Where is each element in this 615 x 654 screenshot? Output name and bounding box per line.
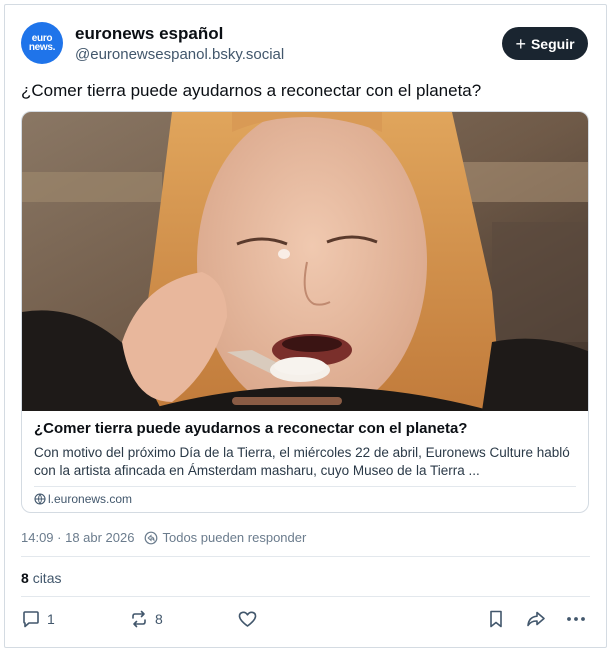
follow-label: Seguir xyxy=(530,35,575,52)
post-header: euro news. euronews español @euronewsesp… xyxy=(21,22,588,66)
follow-button[interactable]: + Seguir xyxy=(502,27,588,60)
link-card-description: Con motivo del próximo Día de la Tierra,… xyxy=(34,445,570,478)
reply-settings-icon xyxy=(144,531,158,545)
post-card: euro news. euronews español @euronewsesp… xyxy=(4,4,607,648)
repost-icon xyxy=(132,610,146,628)
post-timestamp[interactable]: 14:09 · 18 abr 2026 xyxy=(21,530,134,545)
link-card-domain-text: l.euronews.com xyxy=(48,492,133,506)
globe-icon xyxy=(34,493,46,505)
more-options-button[interactable] xyxy=(565,609,587,629)
action-bar: 1 8 xyxy=(21,609,590,635)
more-icon xyxy=(567,617,585,621)
author-display-name[interactable]: euronews español xyxy=(75,24,223,44)
post-text: ¿Comer tierra puede ayudarnos a reconect… xyxy=(21,81,482,100)
author-handle[interactable]: @euronewsespanol.bsky.social xyxy=(75,46,284,63)
quotes-count[interactable]: 8 citas xyxy=(21,570,61,586)
heart-icon xyxy=(238,611,257,627)
like-button[interactable] xyxy=(237,609,258,629)
reply-icon xyxy=(23,611,39,628)
repost-count: 8 xyxy=(155,611,163,627)
quotes-label: citas xyxy=(32,570,62,586)
article-thumbnail-image xyxy=(22,112,588,411)
reply-button[interactable]: 1 xyxy=(21,609,55,629)
link-card-domain: l.euronews.com xyxy=(34,492,132,506)
avatar[interactable]: euro news. xyxy=(21,22,63,64)
post-meta: 14:09 · 18 abr 2026 Todos pueden respond… xyxy=(21,530,306,545)
plus-icon: + xyxy=(515,33,526,54)
link-card[interactable]: ¿Comer tierra puede ayudarnos a reconect… xyxy=(21,111,589,513)
reply-settings-label[interactable]: Todos pueden responder xyxy=(162,530,306,545)
meta-divider xyxy=(21,556,590,557)
share-button[interactable] xyxy=(525,609,547,629)
bookmark-icon xyxy=(490,610,502,628)
link-card-divider xyxy=(34,486,576,487)
bookmark-button[interactable] xyxy=(487,609,505,629)
quotes-number: 8 xyxy=(21,570,29,586)
reply-count: 1 xyxy=(47,611,55,627)
share-icon xyxy=(527,611,545,627)
avatar-line-2: news. xyxy=(28,42,56,53)
repost-button[interactable]: 8 xyxy=(129,609,163,629)
link-card-title: ¿Comer tierra puede ayudarnos a reconect… xyxy=(34,420,468,437)
stats-divider xyxy=(21,596,590,597)
